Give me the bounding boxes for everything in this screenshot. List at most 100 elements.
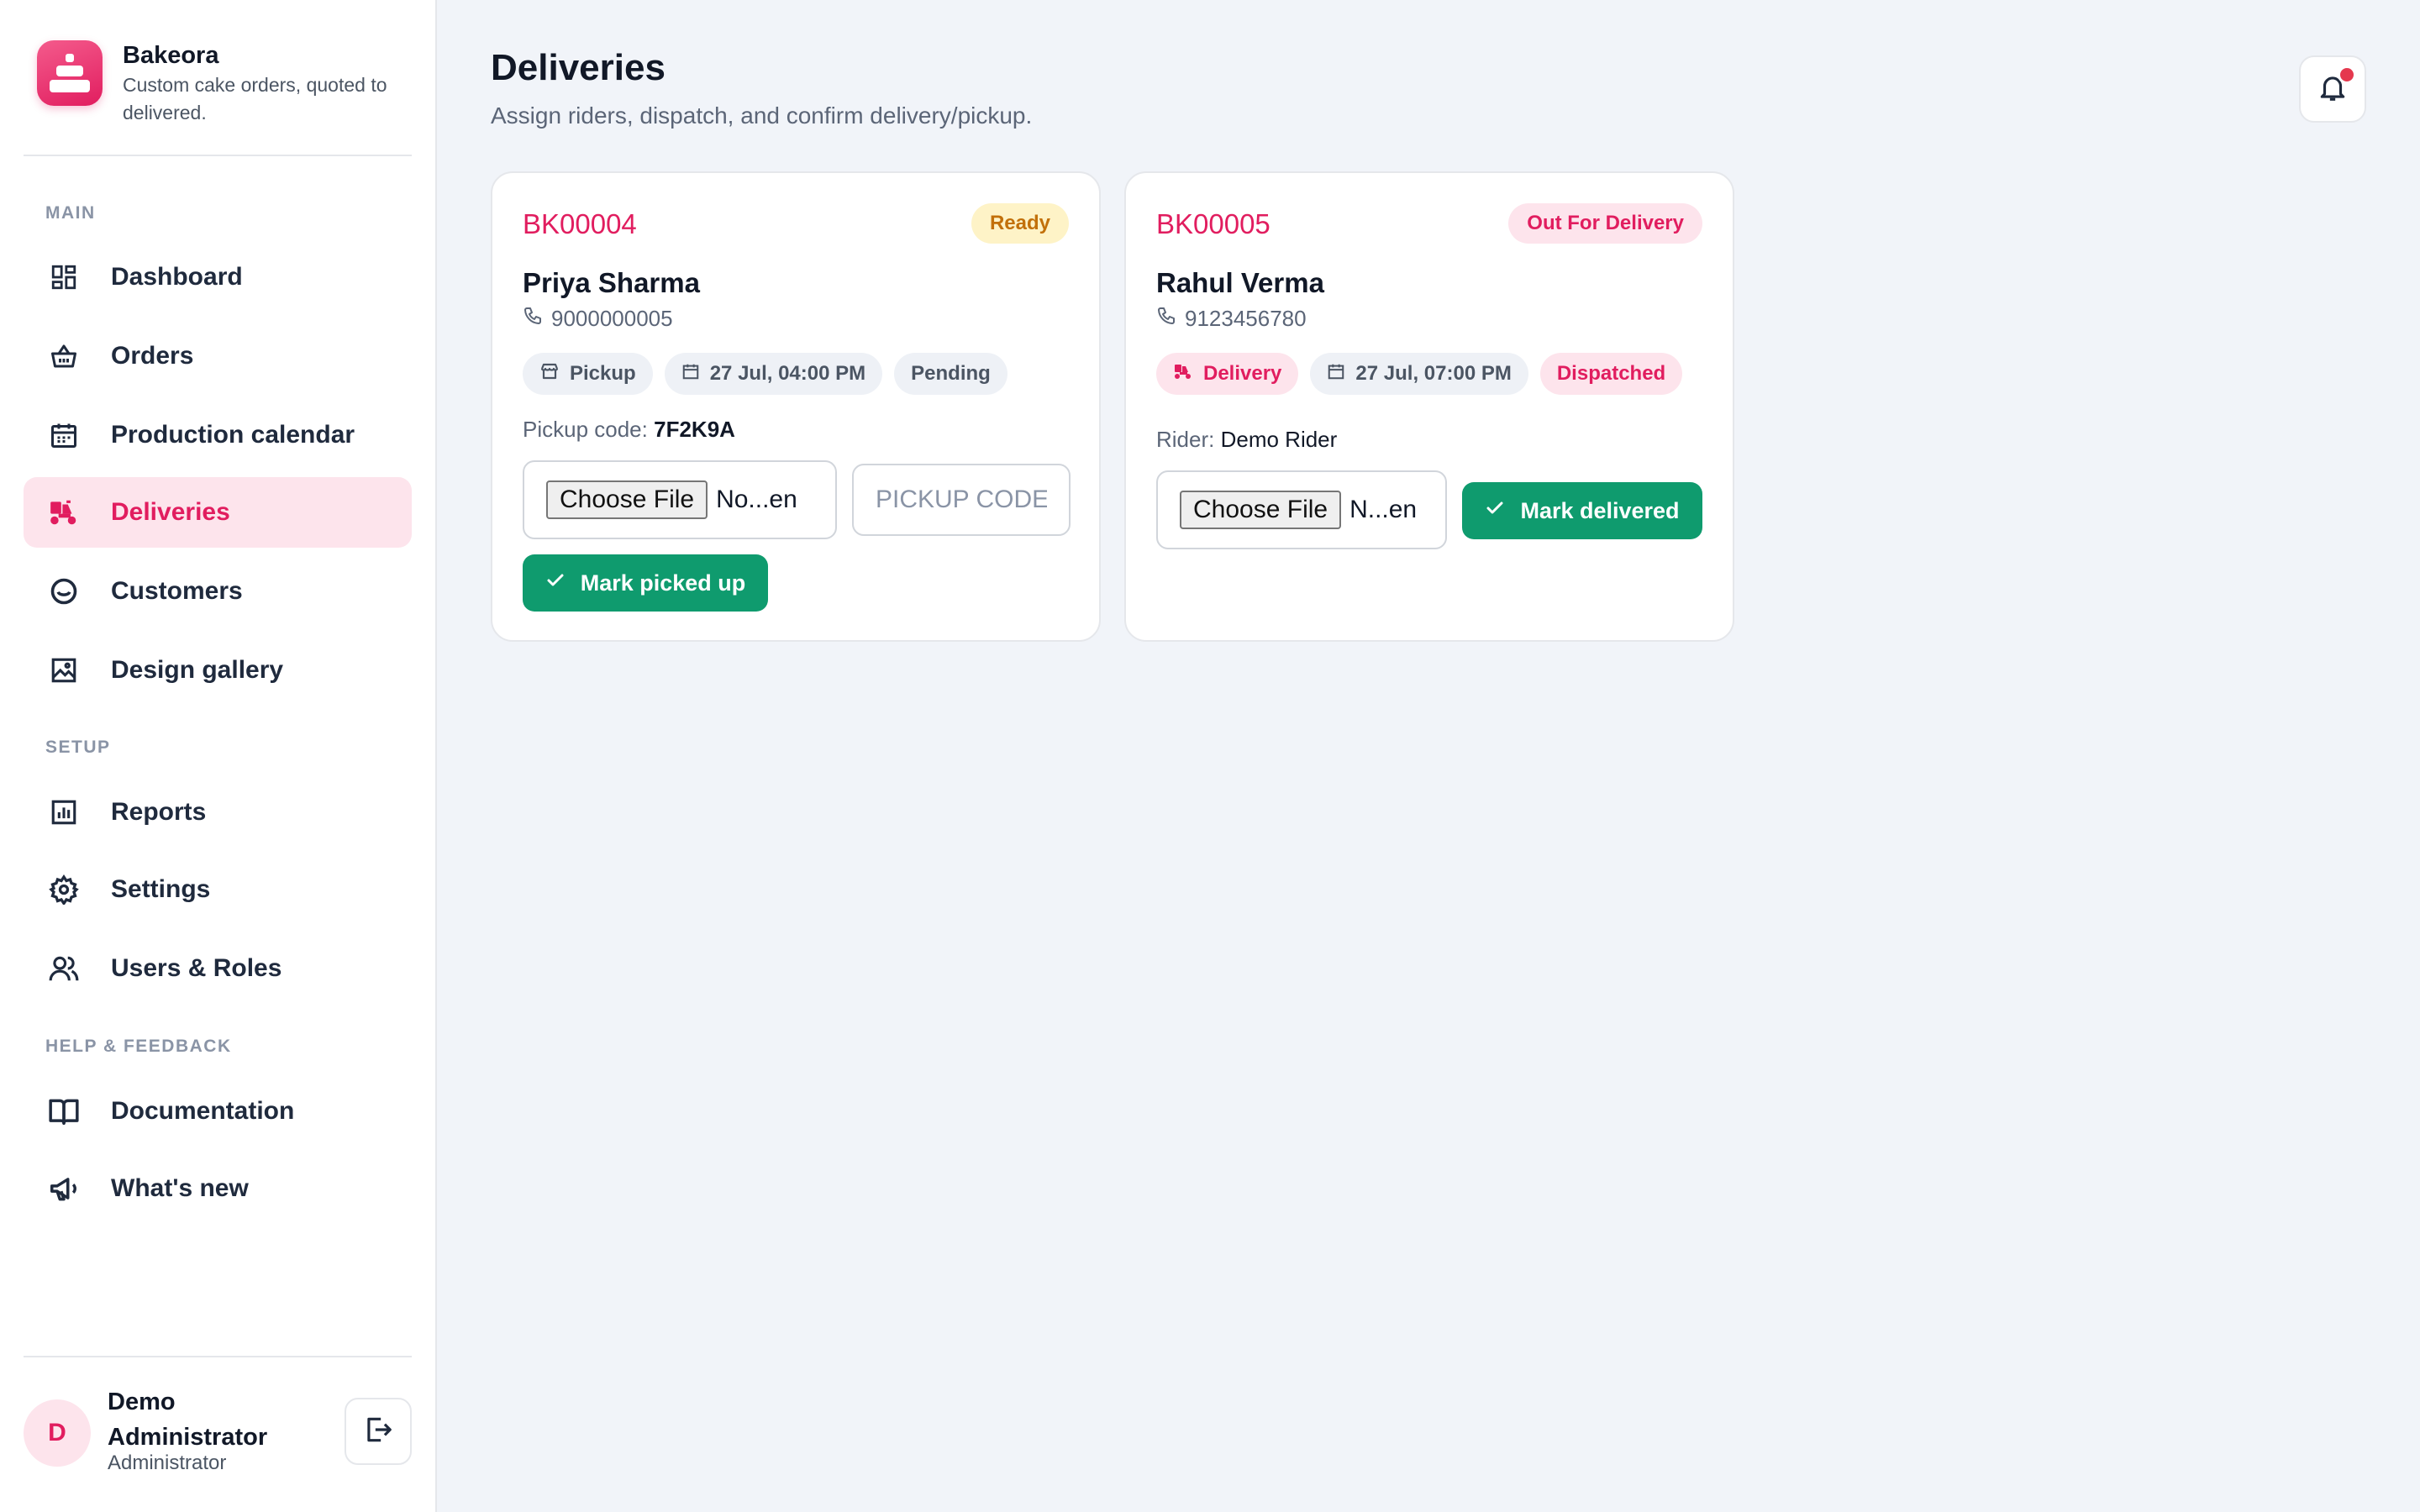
sidebar-item-orders[interactable]: Orders xyxy=(24,321,412,391)
sidebar-item-label: Documentation xyxy=(111,1097,295,1125)
sidebar-item-reports[interactable]: Reports xyxy=(24,777,412,848)
sidebar-item-label: Settings xyxy=(111,875,211,903)
fulfilment-chip: Pickup xyxy=(523,353,653,395)
sidebar-item-label: Dashboard xyxy=(111,263,243,291)
user-name: Demo Administrator xyxy=(108,1389,268,1451)
user-profile: D Demo Administrator Administrator xyxy=(24,1384,412,1477)
sidebar-item-documentation[interactable]: Documentation xyxy=(24,1076,412,1147)
cake-logo-icon xyxy=(37,40,103,106)
chip-label: Pending xyxy=(911,362,991,385)
sidebar-item-users-roles[interactable]: Users & Roles xyxy=(24,933,412,1004)
order-chips: Pickup 27 Jul, 04:00 PM Pending xyxy=(523,353,1007,395)
button-label: Mark delivered xyxy=(1520,497,1680,523)
chip-label: Dispatched xyxy=(1556,362,1666,385)
gear-icon xyxy=(47,873,81,906)
phone-icon xyxy=(523,306,543,332)
sidebar-item-production-calendar[interactable]: Production calendar xyxy=(24,400,412,470)
calendar-icon xyxy=(47,418,81,452)
rider-name: Demo Rider xyxy=(1220,427,1338,452)
app-name: Bakeora xyxy=(123,42,219,69)
sidebar-item-label: Reports xyxy=(111,798,207,826)
notifications-button[interactable] xyxy=(2299,55,2366,123)
sidebar-item-design-gallery[interactable]: Design gallery xyxy=(24,635,412,706)
file-name: N...en xyxy=(1349,496,1418,523)
file-name: No...en xyxy=(716,486,797,513)
divider xyxy=(24,1356,412,1357)
proof-file-input[interactable]: Choose File N...en xyxy=(1156,470,1447,549)
avatar: D xyxy=(24,1399,91,1467)
rider-label: Rider: xyxy=(1156,427,1215,452)
basket-icon xyxy=(47,339,81,373)
scooter-icon xyxy=(47,496,81,529)
sidebar-item-label: What's new xyxy=(111,1174,249,1202)
delivery-card: BK00004 Ready Priya Sharma 9000000005 Pi… xyxy=(491,171,1101,642)
calendar-icon xyxy=(1327,362,1345,386)
sidebar-item-label: Customers xyxy=(111,577,243,605)
mark-picked-up-button[interactable]: Mark picked up xyxy=(523,554,768,612)
chip-label: 27 Jul, 04:00 PM xyxy=(709,362,866,385)
phone-number: 9123456780 xyxy=(1185,306,1307,331)
check-icon xyxy=(545,570,566,596)
sidebar-item-label: Orders xyxy=(111,342,194,370)
order-chips: Delivery 27 Jul, 07:00 PM Dispatched xyxy=(1156,353,1683,395)
phone-icon xyxy=(1156,306,1176,332)
chip-label: Pickup xyxy=(570,362,636,385)
pickup-code-line: Pickup code: 7F2K9A xyxy=(523,417,735,443)
mark-delivered-button[interactable]: Mark delivered xyxy=(1462,482,1702,539)
calendar-icon xyxy=(681,362,700,386)
brand: Bakeora Custom cake orders, quoted to de… xyxy=(37,40,400,127)
megaphone-icon xyxy=(47,1172,81,1205)
pickup-code-value: 7F2K9A xyxy=(654,417,735,442)
users-icon xyxy=(47,952,81,985)
section-label-setup: SETUP xyxy=(45,738,111,757)
rider-line: Rider: Demo Rider xyxy=(1156,427,1337,453)
phone-number: 9000000005 xyxy=(551,306,673,331)
sidebar-item-customers[interactable]: Customers xyxy=(24,556,412,627)
divider xyxy=(24,155,412,156)
app-tagline: Custom cake orders, quoted to delivered. xyxy=(123,74,387,123)
customer-name: Rahul Verma xyxy=(1156,267,1324,298)
choose-file-button[interactable]: Choose File xyxy=(1180,491,1342,529)
sidebar-item-label: Deliveries xyxy=(111,498,230,526)
choose-file-button[interactable]: Choose File xyxy=(546,480,708,519)
button-label: Mark picked up xyxy=(580,570,746,596)
logout-icon xyxy=(362,1414,394,1450)
sidebar-item-deliveries[interactable]: Deliveries xyxy=(24,477,412,548)
section-label-main: MAIN xyxy=(45,203,96,223)
notification-dot xyxy=(2338,66,2356,84)
customer-phone: 9123456780 xyxy=(1156,306,1307,332)
user-role: Administrator xyxy=(108,1452,227,1474)
pickup-code-label: Pickup code: xyxy=(523,417,648,442)
bar-chart-icon xyxy=(47,795,81,829)
logout-button[interactable] xyxy=(345,1398,412,1465)
fulfilment-chip: Delivery xyxy=(1156,353,1299,395)
order-id[interactable]: BK00005 xyxy=(1156,208,1270,240)
pickup-code-input[interactable] xyxy=(852,464,1071,536)
store-icon xyxy=(539,361,560,387)
customer-name: Priya Sharma xyxy=(523,267,700,298)
book-icon xyxy=(47,1095,81,1128)
sidebar-item-label: Design gallery xyxy=(111,656,284,684)
payment-chip: Pending xyxy=(894,353,1007,395)
proof-file-input[interactable]: Choose File No...en xyxy=(523,460,837,539)
dispatch-chip: Dispatched xyxy=(1539,353,1683,395)
slot-chip: 27 Jul, 04:00 PM xyxy=(664,353,883,395)
sidebar-item-label: Users & Roles xyxy=(111,954,282,982)
order-id[interactable]: BK00004 xyxy=(523,208,637,240)
scooter-icon xyxy=(1173,361,1193,387)
status-badge: Ready xyxy=(971,203,1069,244)
sidebar-item-settings[interactable]: Settings xyxy=(24,854,412,925)
status-badge: Out For Delivery xyxy=(1508,203,1702,244)
chip-label: Delivery xyxy=(1203,362,1282,385)
sidebar-item-whats-new[interactable]: What's new xyxy=(24,1153,412,1224)
page-subtitle: Assign riders, dispatch, and confirm del… xyxy=(491,102,1033,129)
sidebar-item-dashboard[interactable]: Dashboard xyxy=(24,242,412,312)
dashboard-icon xyxy=(47,260,81,294)
slot-chip: 27 Jul, 07:00 PM xyxy=(1310,353,1528,395)
chip-label: 27 Jul, 07:00 PM xyxy=(1355,362,1512,385)
section-label-help: HELP & FEEDBACK xyxy=(45,1037,232,1056)
sidebar: Bakeora Custom cake orders, quoted to de… xyxy=(0,0,437,1512)
check-icon xyxy=(1485,498,1505,524)
image-icon xyxy=(47,654,81,687)
smile-icon xyxy=(47,575,81,608)
